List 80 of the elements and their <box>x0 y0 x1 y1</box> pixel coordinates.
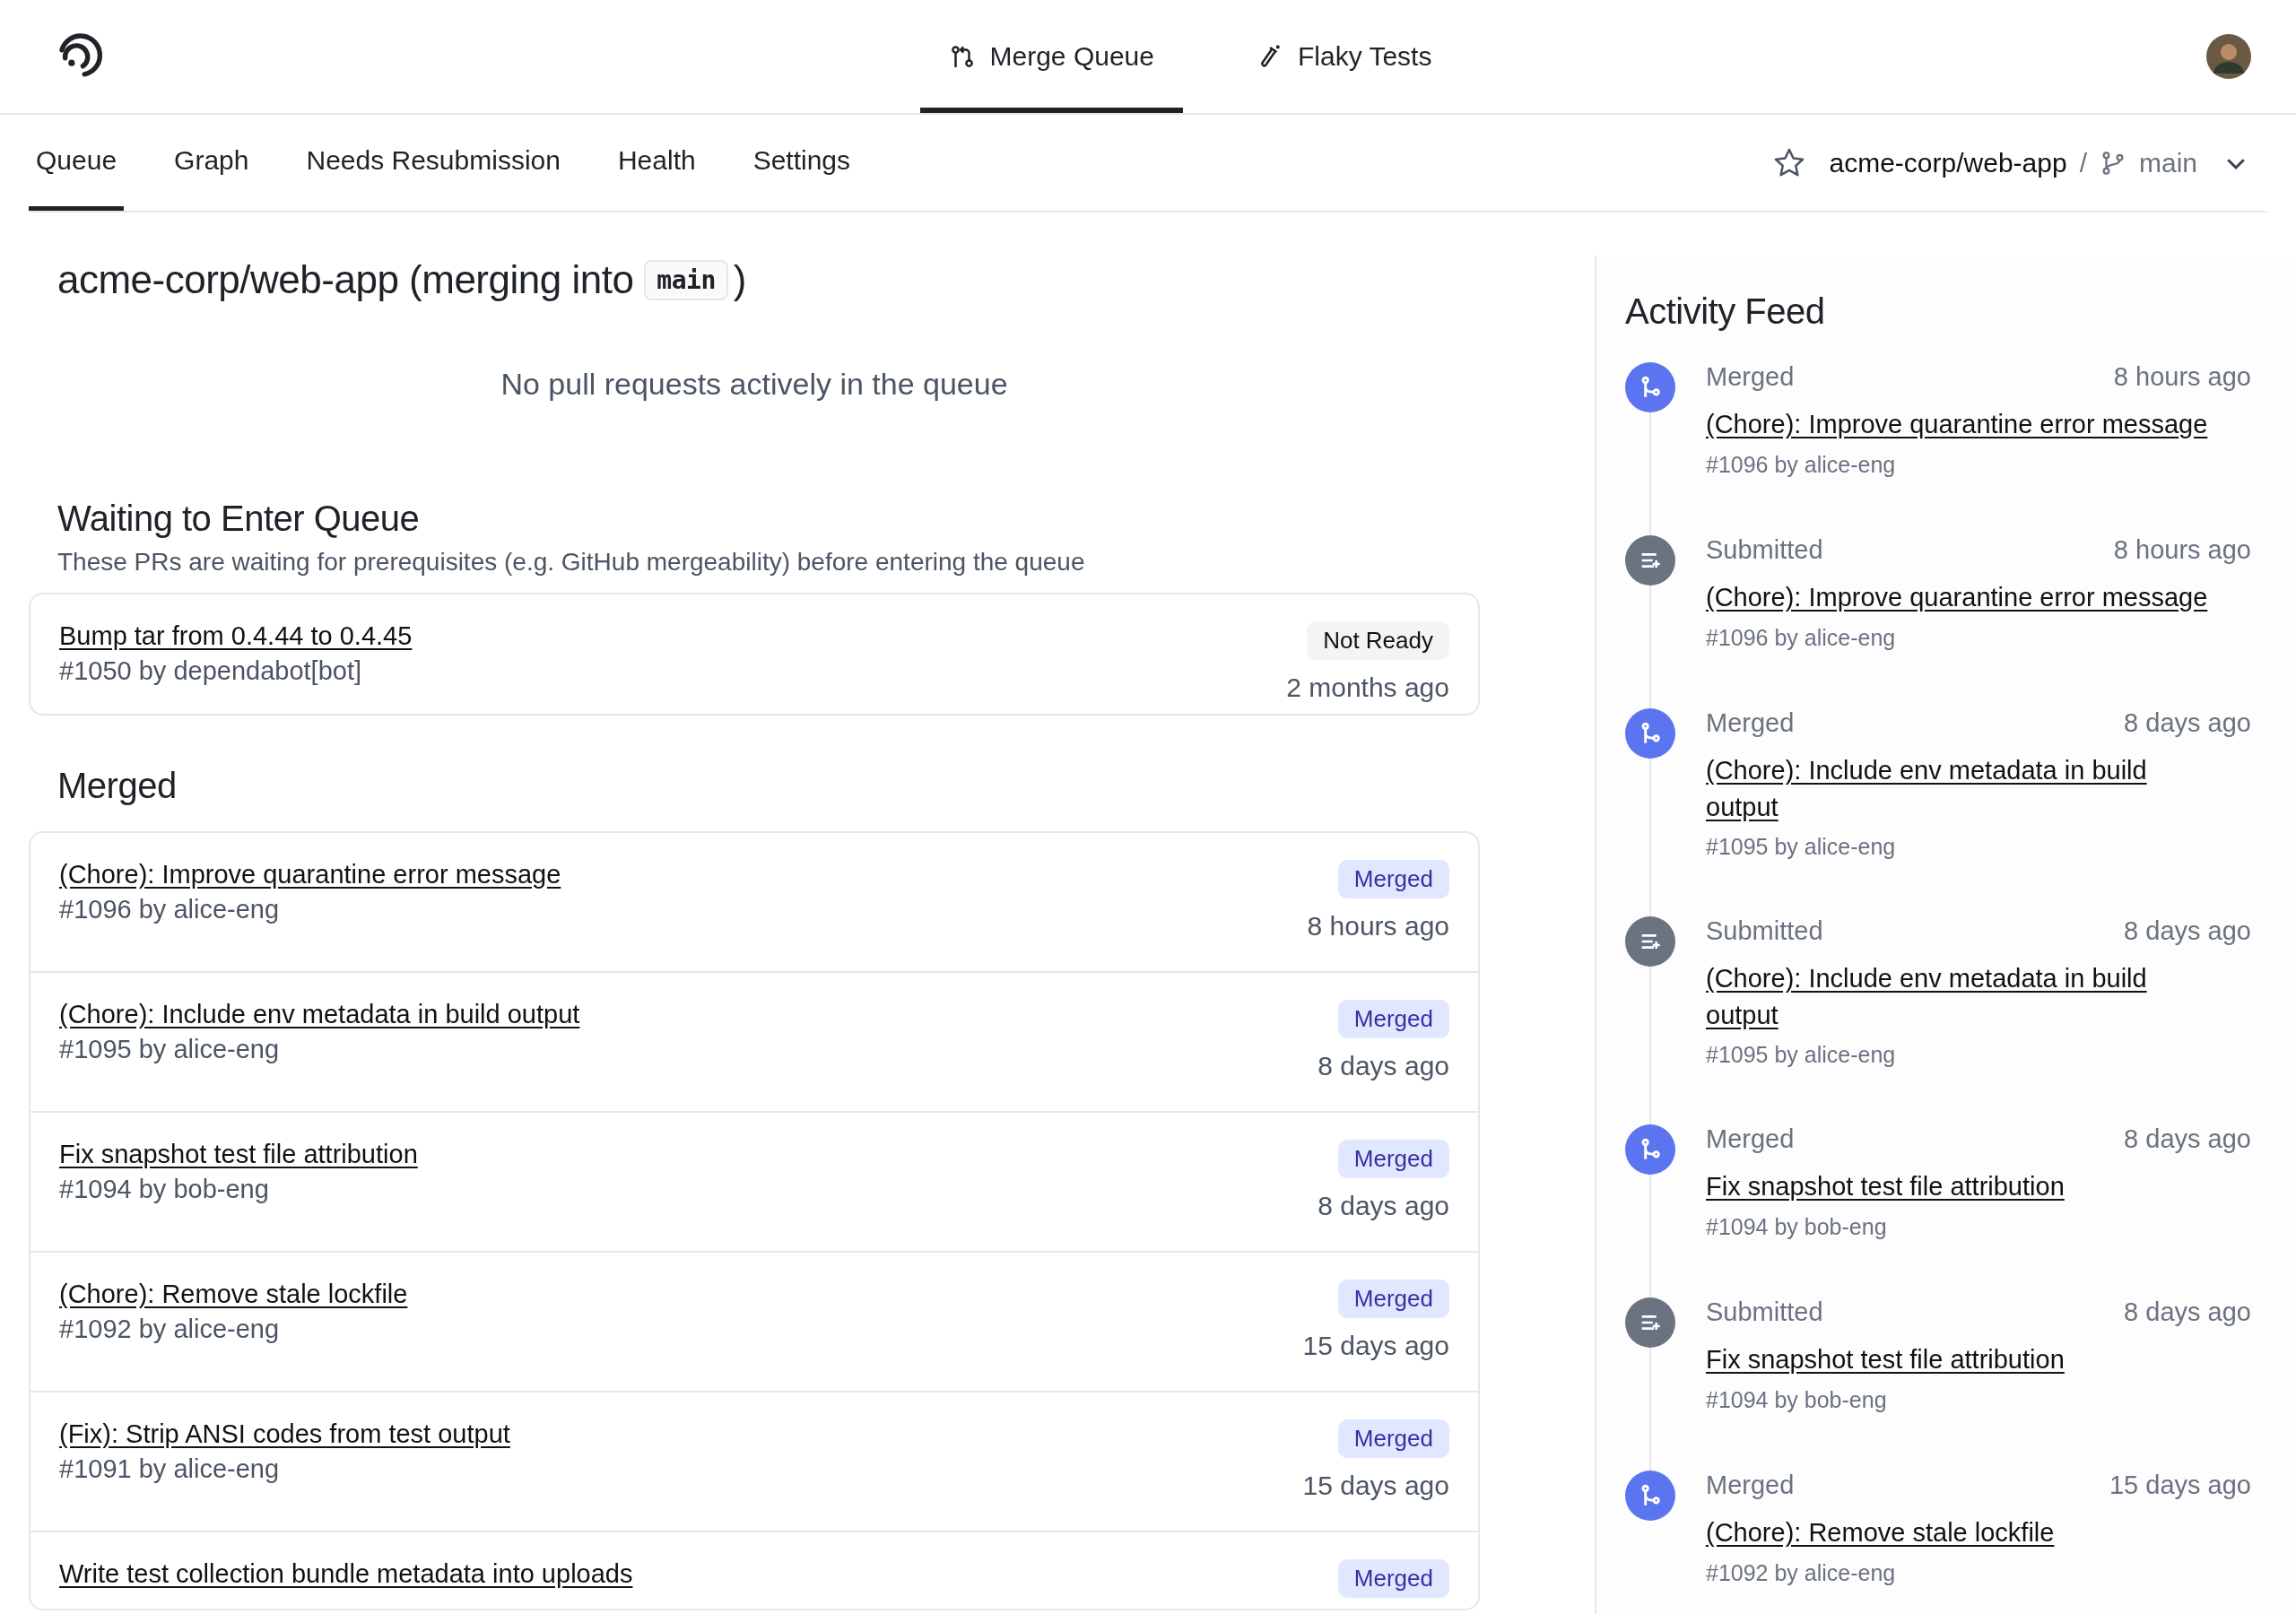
event-link[interactable]: Fix snapshot test file attribution <box>1706 1341 2065 1378</box>
page-title: acme-corp/web-app (merging into <box>57 257 634 302</box>
event-meta: #1092 by alice-eng <box>1706 1559 1896 1586</box>
branch-code: main <box>644 259 728 300</box>
event-icon <box>1625 708 1675 759</box>
pr-meta: #1095 by alice-eng <box>59 1035 281 1064</box>
section-heading: Merged <box>57 766 178 806</box>
event-link[interactable]: Fix snapshot test file attribution <box>1706 1168 2065 1205</box>
section-tab[interactable]: Settings <box>745 115 858 211</box>
event-time: 8 hours ago <box>2113 362 2251 392</box>
avatar[interactable] <box>2206 34 2251 79</box>
event-icon <box>1625 362 1675 412</box>
event-meta: #1096 by alice-eng <box>1706 451 1896 478</box>
branch-name: main <box>2138 147 2197 178</box>
status-badge: Merged <box>1337 1280 1449 1318</box>
event-time: 15 days ago <box>2109 1471 2251 1500</box>
event-link[interactable]: (Chore): Include env metadata in build output <box>1706 960 2208 1034</box>
section-tab[interactable]: Health <box>610 115 703 211</box>
nav-tab[interactable]: Flaky Tests <box>1227 0 1461 113</box>
event-link[interactable]: (Chore): Include env metadata in build output <box>1706 752 2208 826</box>
panel-title: Activity Feed <box>1625 291 1826 332</box>
event-time: 8 days ago <box>2124 1124 2251 1154</box>
event-meta: #1094 by bob-eng <box>1706 1213 1887 1240</box>
event-label: Submitted <box>1706 535 1823 565</box>
section-tab[interactable]: Needs Resubmission <box>299 115 568 211</box>
status-badge: Not Ready <box>1307 621 1449 660</box>
status-badge: Merged <box>1337 1140 1449 1178</box>
pr-link[interactable]: (Chore): Improve quarantine error message <box>59 860 561 889</box>
pr-meta: #1050 by dependabot[bot] <box>59 656 363 686</box>
event-meta: #1095 by alice-eng <box>1706 834 1896 861</box>
nav-tab[interactable]: Merge Queue <box>919 0 1183 113</box>
pr-meta: #1094 by bob-eng <box>59 1175 270 1204</box>
pr-time: 15 days ago <box>1302 1471 1449 1501</box>
status-badge: Merged <box>1337 1419 1449 1458</box>
event-label: Submitted <box>1706 916 1823 946</box>
event-meta: #1095 by alice-eng <box>1706 1042 1896 1069</box>
event-time: 8 days ago <box>2124 708 2251 738</box>
event-icon <box>1625 535 1675 586</box>
repo-name: acme-corp/web-app <box>1829 147 2067 178</box>
status-badge: Merged <box>1337 1000 1449 1038</box>
pr-link[interactable]: (Chore): Include env metadata in build output <box>59 1000 580 1029</box>
event-icon <box>1625 1124 1675 1175</box>
pr-time: 8 days ago <box>1318 1191 1449 1221</box>
section-subtitle: These PRs are waiting for prerequisites (e.g. GitHub mergeability) before entering the queue <box>57 548 1086 577</box>
event-icon <box>1625 1471 1675 1521</box>
pr-link[interactable]: Fix snapshot test file attribution <box>59 1140 418 1169</box>
status-badge: Merged <box>1337 860 1449 898</box>
section-tab[interactable]: Graph <box>167 115 257 211</box>
path-separator: / <box>2079 147 2087 178</box>
event-label: Merged <box>1706 708 1795 738</box>
event-label: Merged <box>1706 1124 1795 1154</box>
pr-meta: #1091 by alice-eng <box>59 1454 281 1484</box>
event-time: 8 days ago <box>2124 916 2251 946</box>
event-icon <box>1625 1297 1675 1348</box>
pr-meta: #1092 by alice-eng <box>59 1315 281 1344</box>
event-label: Merged <box>1706 1471 1795 1500</box>
event-icon <box>1625 916 1675 967</box>
pr-link[interactable]: Write test collection bundle metadata into uploads <box>59 1559 633 1589</box>
pr-time: 8 days ago <box>1318 1051 1449 1081</box>
pr-meta: #1096 by alice-eng <box>59 895 281 924</box>
event-time: 8 days ago <box>2124 1297 2251 1327</box>
pr-link[interactable]: (Fix): Strip ANSI codes from test output <box>59 1419 510 1449</box>
empty-message: No pull requests actively in the queue <box>500 367 1009 402</box>
event-meta: #1096 by alice-eng <box>1706 624 1896 651</box>
event-meta: #1094 by bob-eng <box>1706 1386 1887 1413</box>
section-heading: Waiting to Enter Queue <box>57 499 421 539</box>
pr-time: 2 months ago <box>1286 672 1449 703</box>
pr-link[interactable]: (Chore): Remove stale lockfile <box>59 1280 408 1309</box>
status-badge: Merged <box>1337 1559 1449 1598</box>
event-link[interactable]: (Chore): Improve quarantine error message <box>1706 406 2208 443</box>
event-label: Merged <box>1706 362 1795 392</box>
event-time: 8 hours ago <box>2113 535 2251 565</box>
title-paren: ) <box>733 257 746 302</box>
pr-time: 15 days ago <box>1302 1331 1449 1361</box>
event-link[interactable]: (Chore): Improve quarantine error message <box>1706 579 2208 616</box>
event-link[interactable]: (Chore): Remove stale lockfile <box>1706 1514 2055 1551</box>
section-tab[interactable]: Queue <box>29 115 125 211</box>
pr-link[interactable]: Bump tar from 0.4.44 to 0.4.45 <box>59 621 413 651</box>
event-label: Submitted <box>1706 1297 1823 1327</box>
pr-time: 8 hours ago <box>1307 911 1449 941</box>
